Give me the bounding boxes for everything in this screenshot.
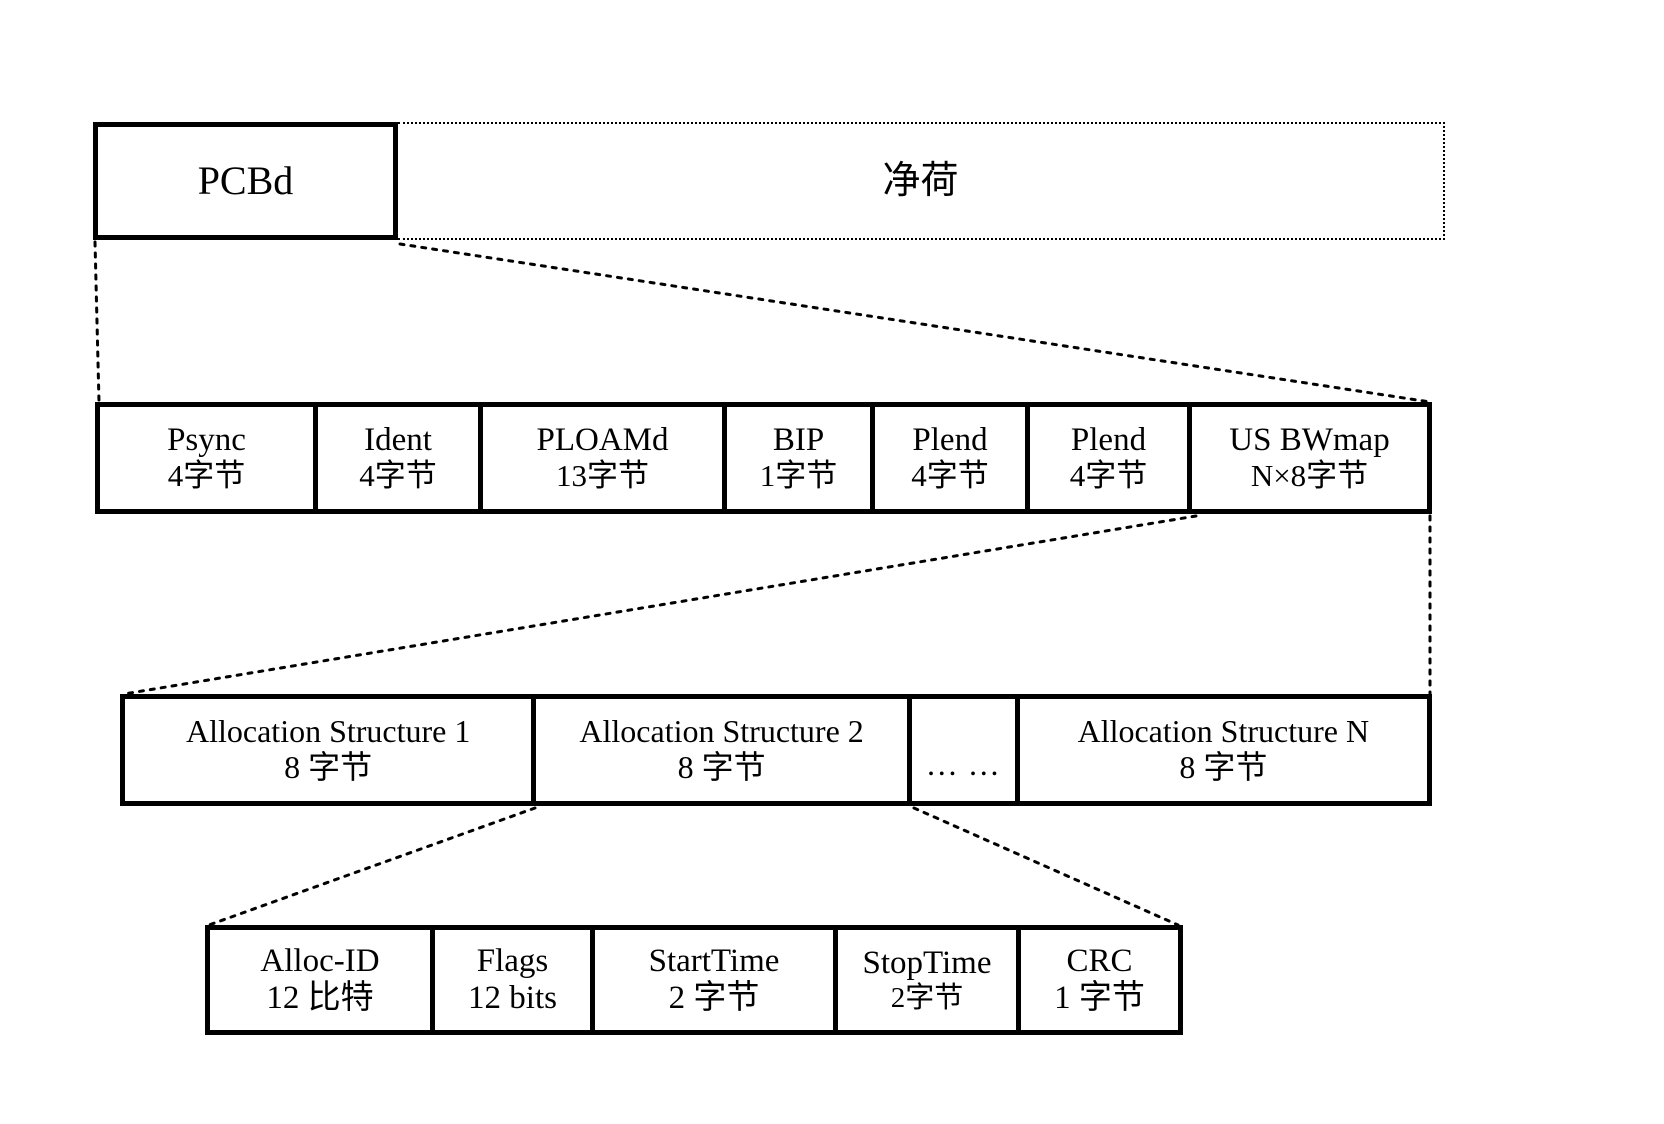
cell-start-time-name: StartTime [648, 943, 780, 980]
cell-ellipsis-label: … … [925, 746, 1001, 783]
cell-ellipsis: … … [911, 699, 1020, 801]
cell-ploamd-name: PLOAMd [536, 422, 669, 459]
cell-psync-size: 4字节 [167, 458, 246, 494]
cell-plend-1-name: Plend [912, 422, 988, 459]
cell-alloc-id-size: 12 比特 [266, 980, 374, 1016]
cell-plend-1-size: 4字节 [911, 458, 989, 494]
cell-ploamd[interactable]: PLOAMd 13字节 [483, 407, 727, 509]
diagram-canvas: PCBd 净荷 Psync 4字节 Ident 4字节 PLOAMd 13字节 … [0, 0, 1664, 1124]
cell-allocation-structure-2[interactable]: Allocation Structure 2 8 字节 [536, 699, 912, 801]
frame-row-allocation-structures: Allocation Structure 1 8 字节 Allocation S… [120, 694, 1432, 806]
cell-allocation-structure-n-name: Allocation Structure N [1077, 713, 1370, 750]
cell-start-time[interactable]: StartTime 2 字节 [595, 930, 838, 1030]
cell-ident-name: Ident [364, 422, 432, 459]
cell-flags[interactable]: Flags 12 bits [435, 930, 595, 1030]
cell-bip-size: 1字节 [759, 458, 838, 494]
cell-ploamd-size: 13字节 [556, 458, 649, 494]
connector-bwmap-left [122, 514, 1198, 696]
cell-flags-name: Flags [476, 943, 549, 980]
cell-crc-size: 1 字节 [1054, 980, 1145, 1016]
cell-psync[interactable]: Psync 4字节 [100, 407, 318, 509]
cell-allocation-structure-1[interactable]: Allocation Structure 1 8 字节 [125, 699, 537, 801]
cell-us-bwmap-size: N×8字节 [1250, 458, 1369, 494]
cell-plend-1[interactable]: Plend 4字节 [875, 407, 1030, 509]
cell-plend-2-name: Plend [1070, 422, 1147, 459]
cell-flags-size: 12 bits [468, 980, 557, 1016]
cell-pcbd[interactable]: PCBd [93, 122, 398, 240]
frame-row-top: PCBd 净荷 [93, 122, 1445, 240]
cell-stop-time-size: 2字节 [890, 982, 964, 1015]
connector-alloc-left [207, 806, 537, 927]
cell-allocation-structure-2-size: 8 字节 [677, 749, 766, 785]
cell-bip[interactable]: BIP 1字节 [727, 407, 875, 509]
cell-allocation-structure-n[interactable]: Allocation Structure N 8 字节 [1019, 699, 1427, 801]
cell-allocation-structure-2-name: Allocation Structure 2 [579, 713, 864, 750]
cell-stop-time-name: StopTime [862, 945, 992, 982]
cell-ident-size: 4字节 [359, 458, 437, 494]
cell-bip-name: BIP [772, 422, 825, 459]
cell-plend-2[interactable]: Plend 4字节 [1030, 407, 1192, 509]
cell-allocation-structure-n-size: 8 字节 [1179, 749, 1268, 785]
cell-psync-name: Psync [167, 422, 246, 459]
cell-payload-label: 净荷 [882, 159, 959, 202]
cell-crc-name: CRC [1066, 943, 1133, 980]
cell-alloc-id-name: Alloc-ID [260, 943, 380, 980]
cell-us-bwmap[interactable]: US BWmap N×8字节 [1192, 407, 1427, 509]
cell-payload[interactable]: 净荷 [398, 122, 1445, 240]
cell-pcbd-label: PCBd [197, 157, 294, 203]
connector-alloc-right [912, 806, 1180, 927]
frame-row-pcbd-fields: Psync 4字节 Ident 4字节 PLOAMd 13字节 BIP 1字节 … [95, 402, 1432, 514]
cell-allocation-structure-1-name: Allocation Structure 1 [186, 713, 471, 750]
cell-plend-2-size: 4字节 [1069, 458, 1148, 494]
frame-row-allocation-fields: Alloc-ID 12 比特 Flags 12 bits StartTime 2… [205, 925, 1183, 1035]
connector-pcbd-right [398, 242, 1432, 404]
cell-alloc-id[interactable]: Alloc-ID 12 比特 [210, 930, 435, 1030]
cell-stop-time[interactable]: StopTime 2字节 [838, 930, 1021, 1030]
connector-pcbd-left [93, 240, 101, 404]
cell-allocation-structure-1-size: 8 字节 [284, 749, 373, 785]
cell-start-time-size: 2 字节 [668, 980, 760, 1016]
cell-ident[interactable]: Ident 4字节 [318, 407, 483, 509]
cell-crc[interactable]: CRC 1 字节 [1021, 930, 1178, 1030]
cell-us-bwmap-name: US BWmap [1229, 422, 1390, 459]
